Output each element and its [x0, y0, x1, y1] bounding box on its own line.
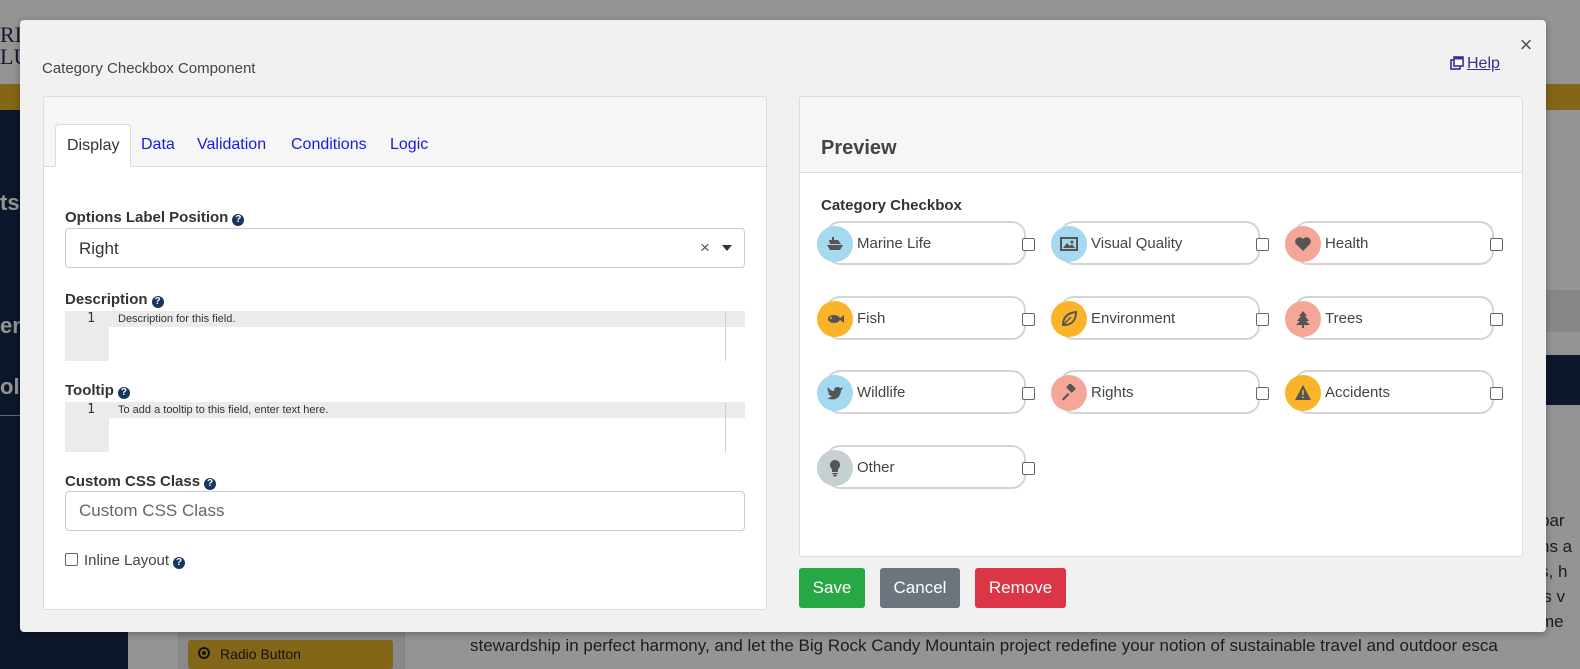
description-editor[interactable]: 1 Description for this field. [65, 311, 745, 361]
lightbulb-icon [817, 450, 853, 486]
close-button[interactable]: × [1515, 34, 1537, 56]
tooltip-label: Tooltip? [65, 382, 130, 399]
help-link[interactable]: Help [1450, 55, 1500, 75]
tree-icon [1285, 301, 1321, 337]
editor-scrollbar[interactable] [725, 311, 726, 361]
option-checkbox[interactable] [1022, 462, 1035, 475]
editor-panel: Display Data Validation Conditions Logic… [43, 96, 767, 610]
editor-scrollbar[interactable] [725, 402, 726, 452]
bird-icon [817, 375, 853, 411]
tooltip-editor[interactable]: 1 To add a tooltip to this field, enter … [65, 402, 745, 452]
chevron-down-icon[interactable] [722, 245, 732, 251]
selected-value: Right [79, 239, 119, 258]
inline-layout-option[interactable]: Inline Layout? [65, 552, 186, 569]
option-marine-life[interactable]: Marine Life [817, 221, 1035, 267]
modal-title: Category Checkbox Component [42, 60, 256, 77]
option-other[interactable]: Other [817, 445, 1035, 491]
clear-selection-icon[interactable]: × [700, 238, 710, 258]
options-label-position-label: Options Label Position? [65, 209, 245, 226]
option-checkbox[interactable] [1022, 238, 1035, 251]
option-checkbox[interactable] [1256, 387, 1269, 400]
option-rights[interactable]: Rights [1051, 370, 1269, 416]
description-label: Description? [65, 291, 164, 308]
custom-css-class-input[interactable] [79, 501, 719, 521]
option-environment[interactable]: Environment [1051, 296, 1269, 342]
option-checkbox[interactable] [1490, 238, 1503, 251]
line-number: 1 [87, 311, 95, 326]
editor-placeholder: To add a tooltip to this field, enter te… [118, 404, 329, 416]
external-window-icon [1450, 56, 1464, 75]
cancel-button[interactable]: Cancel [880, 568, 960, 608]
gavel-icon [1051, 375, 1087, 411]
option-fish[interactable]: Fish [817, 296, 1035, 342]
warning-icon [1285, 375, 1321, 411]
preview-title: Preview [821, 137, 897, 159]
question-circle-icon[interactable]: ? [117, 387, 130, 399]
leaf-icon [1051, 301, 1087, 337]
close-icon: × [1519, 32, 1533, 57]
option-checkbox[interactable] [1022, 387, 1035, 400]
tab-data[interactable]: Data [130, 124, 186, 166]
save-button[interactable]: Save [799, 568, 865, 608]
image-icon [1051, 226, 1087, 262]
tab-validation[interactable]: Validation [186, 124, 277, 166]
question-circle-icon[interactable]: ? [204, 478, 217, 490]
option-checkbox[interactable] [1022, 313, 1035, 326]
options-label-position-select[interactable]: Right × [65, 228, 745, 268]
heart-icon [1285, 226, 1321, 262]
component-settings-modal: Category Checkbox Component × Help Displ… [20, 20, 1546, 632]
custom-css-class-field[interactable] [65, 491, 745, 531]
tab-logic[interactable]: Logic [379, 124, 439, 166]
category-checkbox-label: Category Checkbox [821, 197, 962, 214]
custom-css-class-label: Custom CSS Class? [65, 473, 217, 490]
option-wildlife[interactable]: Wildlife [817, 370, 1035, 416]
preview-panel: Preview Category Checkbox Marine Life Vi… [799, 96, 1523, 557]
preview-header: Preview [800, 97, 1522, 173]
fish-icon [817, 301, 853, 337]
editor-placeholder: Description for this field. [118, 313, 236, 325]
option-checkbox[interactable] [1256, 238, 1269, 251]
option-visual-quality[interactable]: Visual Quality [1051, 221, 1269, 267]
remove-button[interactable]: Remove [975, 568, 1066, 608]
option-accidents[interactable]: Accidents [1285, 370, 1503, 416]
option-checkbox[interactable] [1256, 313, 1269, 326]
option-checkbox[interactable] [1490, 313, 1503, 326]
tab-conditions[interactable]: Conditions [280, 124, 378, 166]
tab-display[interactable]: Display [55, 124, 132, 167]
question-circle-icon[interactable]: ? [173, 557, 186, 569]
option-health[interactable]: Health [1285, 221, 1503, 267]
question-circle-icon[interactable]: ? [232, 214, 245, 226]
option-trees[interactable]: Trees [1285, 296, 1503, 342]
tab-bar: Display Data Validation Conditions Logic [44, 97, 766, 167]
question-circle-icon[interactable]: ? [151, 296, 164, 308]
line-number: 1 [87, 402, 95, 417]
ship-icon [817, 226, 853, 262]
inline-layout-checkbox[interactable] [65, 553, 78, 566]
option-checkbox[interactable] [1490, 387, 1503, 400]
